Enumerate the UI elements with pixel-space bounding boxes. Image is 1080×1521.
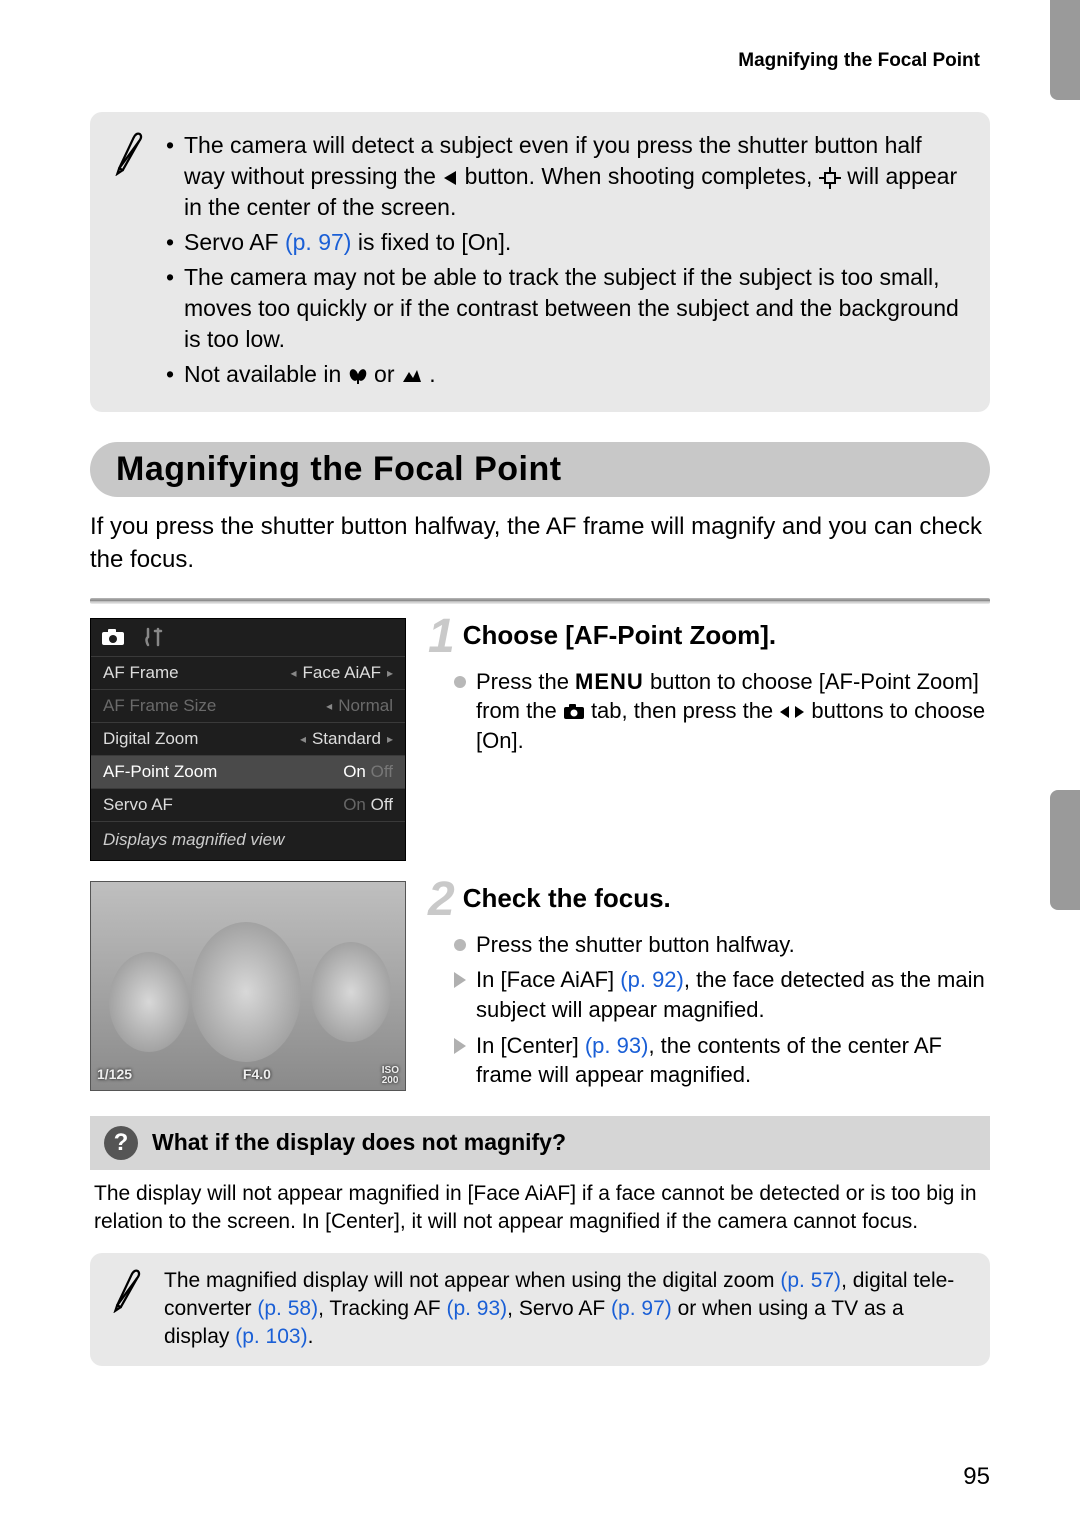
- page-ref[interactable]: (p. 92): [620, 967, 684, 992]
- menu-row: AF Frame◂Face AiAF▸: [91, 656, 405, 689]
- step-result: In [Center] (p. 93), the contents of the…: [454, 1031, 990, 1090]
- menu-button-label: MENU: [575, 669, 644, 694]
- note-item: Not available in or .: [166, 359, 968, 390]
- menu-row-selected: AF-Point ZoomOn Off: [91, 755, 405, 788]
- menu-footer: Displays magnified view: [91, 821, 405, 860]
- step-number: 1: [428, 618, 455, 656]
- page-ref[interactable]: (p. 57): [780, 1269, 841, 1292]
- camera-tab-icon: [563, 704, 585, 720]
- iso-value: ISO 200: [382, 1066, 399, 1086]
- note-item: The camera may not be able to track the …: [166, 262, 968, 355]
- tools-tab-icon: [143, 627, 165, 652]
- section-heading-bar: Magnifying the Focal Point: [90, 442, 990, 497]
- divider: [90, 598, 990, 604]
- menu-row: Digital Zoom◂Standard▸: [91, 722, 405, 755]
- af-frame-icon: [819, 167, 841, 189]
- mountain-icon: [401, 368, 423, 384]
- faq-heading: ? What if the display does not magnify?: [90, 1116, 990, 1170]
- sample-photo: 1/125 F4.0 ISO 200: [90, 881, 406, 1096]
- step-result: In [Face AiAF] (p. 92), the face detecte…: [454, 965, 990, 1024]
- pencil-icon: [112, 130, 148, 394]
- step-title: Check the focus.: [463, 883, 671, 914]
- page-ref[interactable]: (p. 93): [585, 1033, 649, 1058]
- note-box: The camera will detect a subject even if…: [90, 112, 990, 412]
- section-title: Magnifying the Focal Point: [116, 450, 964, 489]
- faq-answer: The display will not appear magnified in…: [90, 1170, 990, 1253]
- note-box: The magnified display will not appear wh…: [90, 1253, 990, 1366]
- menu-row: AF Frame Size◂Normal: [91, 689, 405, 722]
- note-item: Servo AF (p. 97) is fixed to [On].: [166, 227, 968, 258]
- page-number: 95: [963, 1463, 990, 1491]
- camera-menu-screenshot: AF Frame◂Face AiAF▸ AF Frame Size◂Normal…: [90, 618, 406, 861]
- running-header: Magnifying the Focal Point: [90, 50, 990, 72]
- left-right-arrows-icon: [779, 704, 805, 720]
- aperture: F4.0: [243, 1066, 271, 1086]
- page-ref[interactable]: (p. 97): [611, 1297, 672, 1320]
- pencil-icon: [110, 1267, 146, 1352]
- step-instruction: Press the shutter button halfway.: [454, 930, 990, 960]
- left-arrow-icon: [442, 169, 458, 187]
- note-item: The camera will detect a subject even if…: [166, 130, 968, 223]
- question-icon: ?: [104, 1126, 138, 1160]
- step-title: Choose [AF-Point Zoom].: [463, 620, 776, 651]
- note-text: The magnified display will not appear wh…: [164, 1267, 970, 1352]
- page-ref[interactable]: (p. 97): [285, 229, 351, 255]
- step-instruction: Press the MENU button to choose [AF-Poin…: [454, 667, 990, 756]
- page-ref[interactable]: (p. 93): [446, 1297, 507, 1320]
- shutter-speed: 1/125: [97, 1066, 132, 1086]
- camera-tab-icon: [101, 628, 125, 651]
- faq-question: What if the display does not magnify?: [152, 1129, 566, 1156]
- page-ref[interactable]: (p. 58): [257, 1297, 318, 1320]
- page-ref[interactable]: (p. 103): [235, 1325, 307, 1348]
- section-intro: If you press the shutter button halfway,…: [90, 511, 990, 576]
- macro-icon: [348, 367, 368, 385]
- step-number: 2: [428, 881, 455, 919]
- menu-row: Servo AFOn Off: [91, 788, 405, 821]
- note-list: The camera will detect a subject even if…: [166, 130, 968, 394]
